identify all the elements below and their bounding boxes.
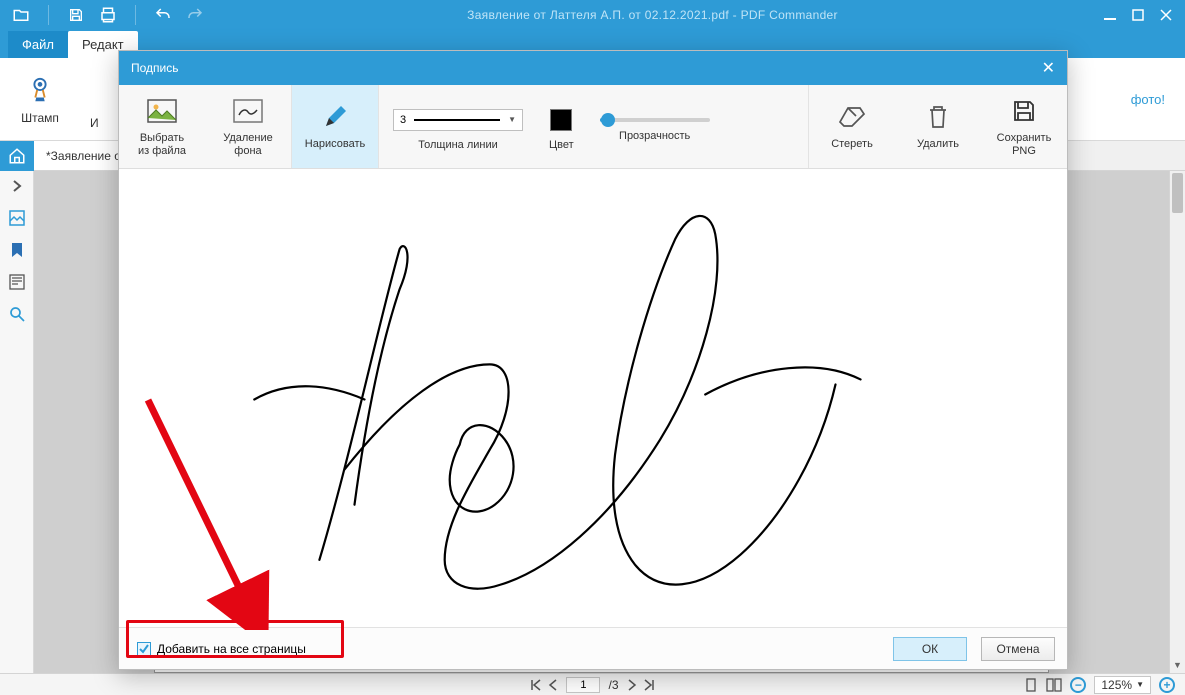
window-title: Заявление от Латтеля А.П. от 02.12.2021.… [204,8,1101,22]
ribbon-stamp-label: Штамп [21,112,59,125]
undo-icon[interactable] [154,6,172,24]
signature-drawing [119,169,1067,627]
ribbon-truncated-left: И [90,117,99,130]
tool-save-png[interactable]: Сохранить PNG [981,85,1067,168]
opacity-slider[interactable] [600,118,710,122]
print-icon[interactable] [99,6,117,24]
tool-erase[interactable]: Стереть [809,85,895,168]
zoom-select[interactable]: 125% ▼ [1094,676,1151,694]
thickness-select[interactable]: 3 ▼ [393,109,523,131]
image-icon [147,96,177,126]
tool-delete[interactable]: Удалить [895,85,981,168]
next-page-icon[interactable] [627,679,637,691]
bookmarks-icon[interactable] [8,241,26,259]
zoom-out-button[interactable]: − [1070,677,1086,693]
save-icon[interactable] [67,6,85,24]
dialog-footer: Добавить на все страницы ОК Отмена [119,627,1067,669]
thickness-preview-line [414,119,500,121]
thickness-control: 3 ▼ Толщина линии [393,85,523,168]
ribbon-stamp[interactable]: Штамп [10,72,70,125]
tool-draw-label: Нарисовать [301,138,369,151]
first-page-icon[interactable] [530,679,542,691]
ribbon-truncated-right: фото! [1131,92,1165,107]
signature-canvas[interactable] [119,169,1067,627]
color-control: Цвет [549,85,574,168]
vertical-scrollbar[interactable]: ▲ ▼ [1169,171,1185,673]
tool-erase-label: Стереть [827,138,877,151]
tool-from-file-label: Выбрать из файла [134,132,190,157]
zoom-caret-icon: ▼ [1136,680,1144,689]
form-icon[interactable] [8,273,26,291]
close-window-icon[interactable] [1157,6,1175,24]
checkbox-icon [137,642,151,656]
dialog-close-icon[interactable]: ✕ [1042,58,1055,78]
trash-icon [927,102,949,132]
pencil-icon [322,102,348,132]
view-facing-icon[interactable] [1046,678,1062,692]
maximize-icon[interactable] [1129,6,1147,24]
remove-bg-icon [233,96,263,126]
minimize-icon[interactable] [1101,6,1119,24]
ok-button[interactable]: ОК [893,637,967,661]
menu-file[interactable]: Файл [8,31,68,58]
search-icon[interactable] [8,305,26,323]
add-all-pages-checkbox[interactable]: Добавить на все страницы [131,638,312,660]
dialog-titlebar: Подпись ✕ [119,51,1067,85]
tool-draw[interactable]: Нарисовать [292,85,378,168]
zoom-in-button[interactable]: + [1159,677,1175,693]
scroll-down-arrow-icon[interactable]: ▼ [1170,657,1185,673]
thickness-value: 3 [400,114,406,126]
chevron-down-icon: ▼ [508,115,516,124]
chevron-right-icon[interactable] [8,177,26,195]
thickness-label: Толщина линии [418,139,498,151]
dialog-toolbar: Выбрать из файла Удаление фона Нарисоват… [119,85,1067,169]
page-total: /3 [608,678,618,692]
open-icon[interactable] [12,6,30,24]
color-label: Цвет [549,139,574,151]
zoom-value: 125% [1101,678,1132,692]
last-page-icon[interactable] [643,679,655,691]
redo-icon[interactable] [186,6,204,24]
opacity-label: Прозрачность [619,130,690,142]
page-number-input[interactable] [566,677,600,693]
save-png-icon [1012,96,1036,126]
view-single-icon[interactable] [1024,678,1038,692]
opacity-control: Прозрачность [600,85,710,168]
slider-thumb[interactable] [601,113,615,127]
tool-delete-label: Удалить [913,138,963,151]
signature-dialog: Подпись ✕ Выбрать из файла Удаление фона [118,50,1068,670]
status-bar: /3 − 125% ▼ + [0,673,1185,695]
add-all-pages-label: Добавить на все страницы [157,642,306,656]
stamp-icon [22,72,58,108]
thumbnails-icon[interactable] [8,209,26,227]
scroll-thumb[interactable] [1172,173,1183,213]
tool-remove-bg-label: Удаление фона [219,132,277,157]
side-toolbar [0,171,34,673]
cancel-button[interactable]: Отмена [981,637,1055,661]
prev-page-icon[interactable] [548,679,558,691]
color-picker[interactable] [550,109,572,131]
dialog-title: Подпись [131,61,179,75]
tool-save-png-label: Сохранить PNG [993,132,1056,157]
home-tab[interactable] [0,141,34,171]
title-bar: Заявление от Латтеля А.П. от 02.12.2021.… [0,0,1185,30]
tool-from-file[interactable]: Выбрать из файла [119,85,205,168]
tool-remove-bg[interactable]: Удаление фона [205,85,291,168]
eraser-icon [838,102,866,132]
